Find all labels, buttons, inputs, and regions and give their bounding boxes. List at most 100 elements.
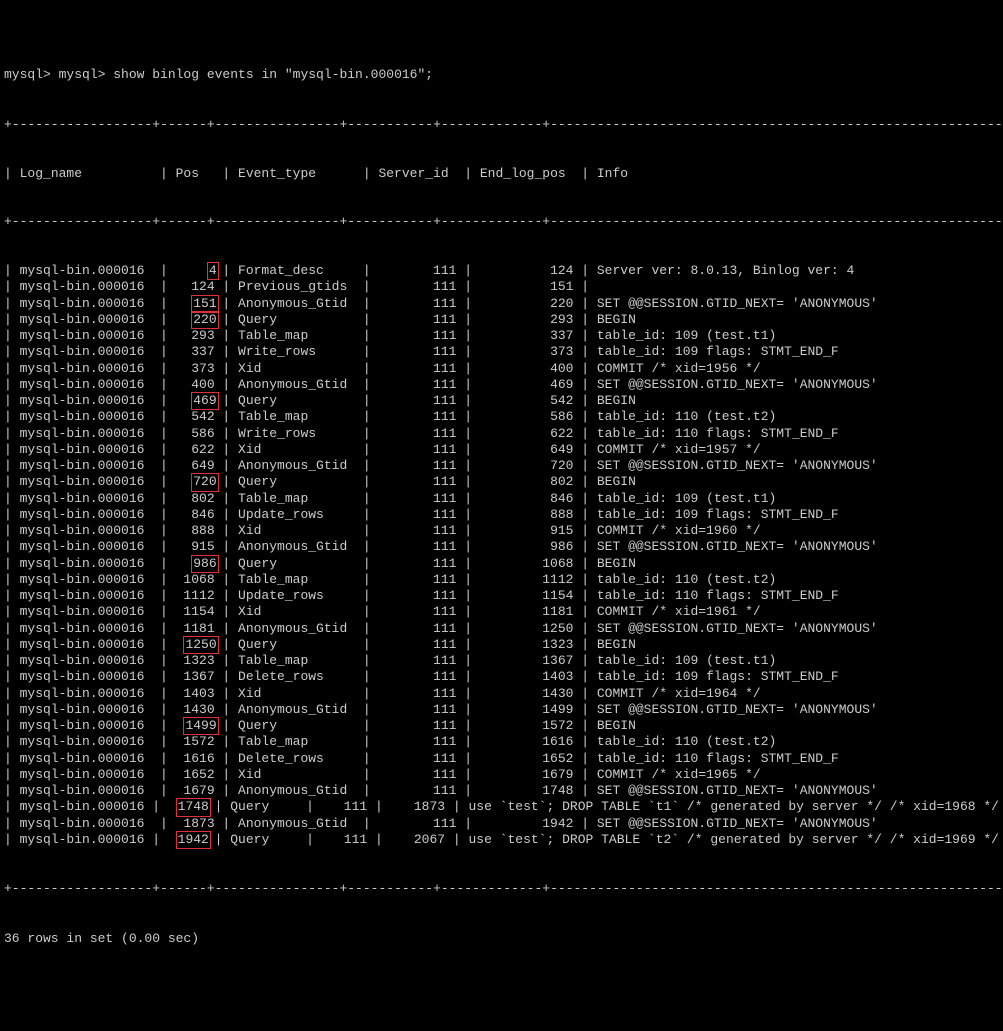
cell-server: 111 xyxy=(378,604,456,620)
cell-event: Anonymous_Gtid xyxy=(238,377,355,393)
cell-event: Xid xyxy=(238,767,355,783)
table-row: | mysql-bin.000016 | 542 | Table_map | 1… xyxy=(4,409,999,425)
cell-logname: mysql-bin.000016 xyxy=(20,296,153,312)
cell-logname: mysql-bin.000016 xyxy=(20,491,153,507)
table-row: | mysql-bin.000016 | 220 | Query | 111 |… xyxy=(4,312,999,328)
table-row: | mysql-bin.000016 | 802 | Table_map | 1… xyxy=(4,491,999,507)
col-header-logname: Log_name xyxy=(20,166,153,182)
cell-logname: mysql-bin.000016 xyxy=(20,409,153,425)
cell-pos: 373 xyxy=(176,361,215,377)
cell-info: COMMIT /* xid=1965 */ xyxy=(597,767,761,783)
cell-endpos: 542 xyxy=(480,393,574,409)
cell-endpos: 1499 xyxy=(480,702,574,718)
cell-info: use `test`; DROP TABLE `t1` /* generated… xyxy=(469,799,1000,815)
table-row: | mysql-bin.000016 | 1154 | Xid | 111 | … xyxy=(4,604,999,620)
cell-info: table_id: 110 flags: STMT_END_F xyxy=(597,426,839,442)
cell-pos: 1572 xyxy=(176,734,215,750)
cell-event: Update_rows xyxy=(238,507,355,523)
cell-event: Table_map xyxy=(238,328,355,344)
col-header-event: Event_type xyxy=(238,166,355,182)
result-footer: 36 rows in set (0.00 sec) xyxy=(4,931,999,947)
cell-endpos: 915 xyxy=(480,523,574,539)
cell-endpos: 293 xyxy=(480,312,574,328)
cell-pos: 469 xyxy=(176,393,215,409)
cell-event: Delete_rows xyxy=(238,669,355,685)
cell-info: table_id: 110 flags: STMT_END_F xyxy=(597,588,839,604)
cell-pos: 802 xyxy=(176,491,215,507)
cell-endpos: 1181 xyxy=(480,604,574,620)
col-header-info: Info xyxy=(597,166,628,182)
cell-info: table_id: 109 (test.t1) xyxy=(597,653,776,669)
cell-event: Table_map xyxy=(238,734,355,750)
cell-logname: mysql-bin.000016 xyxy=(20,783,153,799)
cell-pos: 542 xyxy=(176,409,215,425)
table-row: | mysql-bin.000016 | 1367 | Delete_rows … xyxy=(4,669,999,685)
cell-pos: 649 xyxy=(176,458,215,474)
cell-endpos: 586 xyxy=(480,409,574,425)
cell-endpos: 986 xyxy=(480,539,574,555)
col-header-pos: Pos xyxy=(176,166,215,182)
cell-pos: 1154 xyxy=(176,604,215,620)
table-row: | mysql-bin.000016 | 1430 | Anonymous_Gt… xyxy=(4,702,999,718)
cell-logname: mysql-bin.000016 xyxy=(20,458,153,474)
cell-server: 111 xyxy=(378,718,456,734)
cell-endpos: 373 xyxy=(480,344,574,360)
table-row: | mysql-bin.000016 | 1250 | Query | 111 … xyxy=(4,637,999,653)
table-row: | mysql-bin.000016 | 293 | Table_map | 1… xyxy=(4,328,999,344)
cell-pos: 720 xyxy=(176,474,215,490)
cell-pos: 124 xyxy=(176,279,215,295)
cell-event: Xid xyxy=(238,442,355,458)
table-row: | mysql-bin.000016 | 846 | Update_rows |… xyxy=(4,507,999,523)
cell-event: Format_desc xyxy=(238,263,355,279)
cell-endpos: 1430 xyxy=(480,686,574,702)
cell-server: 111 xyxy=(378,669,456,685)
cell-server: 111 xyxy=(378,637,456,653)
cell-server: 111 xyxy=(378,783,456,799)
cell-logname: mysql-bin.000016 xyxy=(20,734,153,750)
cell-server: 111 xyxy=(322,832,367,848)
cell-event: Query xyxy=(238,718,355,734)
table-row: | mysql-bin.000016 | 1572 | Table_map | … xyxy=(4,734,999,750)
cell-logname: mysql-bin.000016 xyxy=(20,604,153,620)
cell-event: Query xyxy=(238,637,355,653)
cell-server: 111 xyxy=(378,312,456,328)
cell-info: table_id: 109 flags: STMT_END_F xyxy=(597,507,839,523)
cell-endpos: 220 xyxy=(480,296,574,312)
table-border-top: +------------------+------+-------------… xyxy=(4,117,999,133)
cell-pos: 1942 xyxy=(168,832,207,848)
cell-event: Anonymous_Gtid xyxy=(238,783,355,799)
cell-logname: mysql-bin.000016 xyxy=(20,523,153,539)
cell-info: table_id: 110 flags: STMT_END_F xyxy=(597,751,839,767)
cell-endpos: 469 xyxy=(480,377,574,393)
cell-endpos: 888 xyxy=(480,507,574,523)
cell-info: SET @@SESSION.GTID_NEXT= 'ANONYMOUS' xyxy=(597,377,878,393)
cell-info: table_id: 110 (test.t2) xyxy=(597,409,776,425)
highlighted-pos: 1942 xyxy=(176,831,211,849)
cell-logname: mysql-bin.000016 xyxy=(20,669,153,685)
cell-server: 111 xyxy=(378,409,456,425)
cell-event: Write_rows xyxy=(238,426,355,442)
cell-event: Table_map xyxy=(238,653,355,669)
cell-event: Update_rows xyxy=(238,588,355,604)
cell-event: Query xyxy=(230,799,298,815)
mysql-prompt[interactable]: mysql> mysql> show binlog events in "mys… xyxy=(4,67,999,83)
cell-event: Previous_gtids xyxy=(238,279,355,295)
table-row: | mysql-bin.000016 | 1616 | Delete_rows … xyxy=(4,751,999,767)
cell-server: 111 xyxy=(378,377,456,393)
col-header-server: Server_id xyxy=(378,166,456,182)
cell-pos: 888 xyxy=(176,523,215,539)
table-row: | mysql-bin.000016 | 1873 | Anonymous_Gt… xyxy=(4,816,999,832)
cell-event: Write_rows xyxy=(238,344,355,360)
cell-info: table_id: 109 flags: STMT_END_F xyxy=(597,344,839,360)
cell-logname: mysql-bin.000016 xyxy=(20,767,153,783)
table-row: | mysql-bin.000016 | 888 | Xid | 111 | 9… xyxy=(4,523,999,539)
cell-pos: 1112 xyxy=(176,588,215,604)
cell-logname: mysql-bin.000016 xyxy=(20,328,153,344)
cell-pos: 293 xyxy=(176,328,215,344)
table-row: | mysql-bin.000016 | 1323 | Table_map | … xyxy=(4,653,999,669)
cell-server: 111 xyxy=(378,426,456,442)
table-row: | mysql-bin.000016 | 124 | Previous_gtid… xyxy=(4,279,999,295)
cell-logname: mysql-bin.000016 xyxy=(20,588,153,604)
cell-endpos: 2067 xyxy=(391,832,446,848)
cell-logname: mysql-bin.000016 xyxy=(20,686,153,702)
